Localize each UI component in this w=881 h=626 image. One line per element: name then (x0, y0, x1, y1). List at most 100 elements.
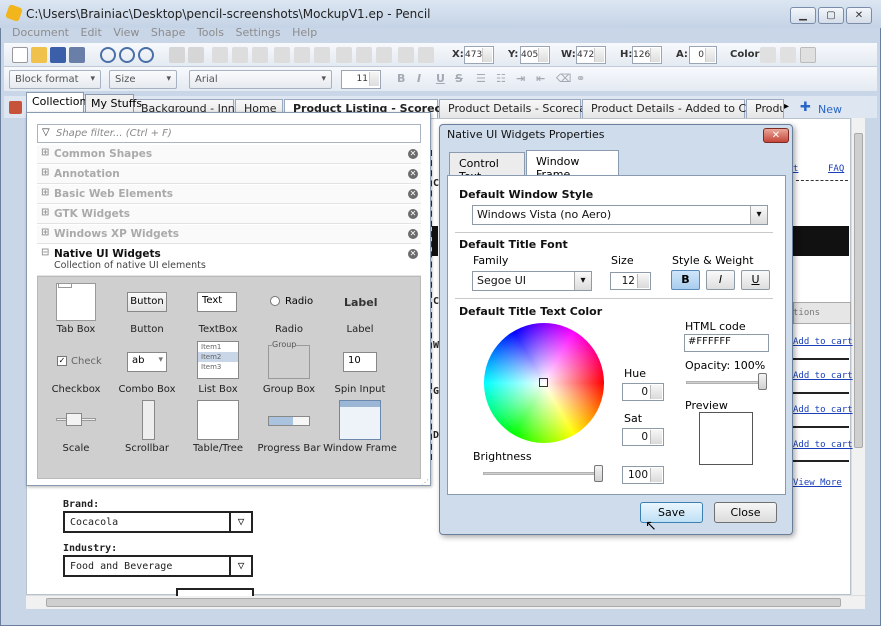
font-size-input[interactable]: 11 (341, 70, 381, 89)
tabletree-preview[interactable] (197, 400, 239, 440)
block-format-combo[interactable]: Block format (9, 70, 101, 89)
windowframe-preview[interactable] (339, 400, 381, 440)
stroke-color-icon[interactable] (800, 47, 816, 63)
numbered-list-icon[interactable]: ☷ (496, 72, 506, 85)
text-color-icon[interactable] (760, 47, 776, 63)
underline-toggle[interactable]: U (741, 270, 770, 290)
remove-collection-icon[interactable]: ✕ (408, 189, 418, 199)
html-code-input[interactable]: #FFFFFF (684, 334, 769, 352)
widget-radio[interactable]: Radio (252, 324, 326, 335)
brightness-slider[interactable] (483, 472, 603, 475)
color-wheel-cursor[interactable] (539, 378, 548, 387)
italic-icon[interactable]: I (417, 72, 421, 85)
button-preview[interactable]: Button (127, 292, 167, 312)
indent-icon[interactable]: ⇥ (516, 72, 525, 85)
tab-product-more[interactable]: Produ (746, 99, 784, 118)
collapse-icon[interactable]: ⊟ (41, 247, 49, 258)
scrollbar-preview[interactable] (142, 400, 155, 440)
menu-tools[interactable]: Tools (197, 26, 224, 39)
w-input[interactable]: 472 (576, 46, 606, 64)
widget-table-tree[interactable]: Table/Tree (181, 443, 255, 454)
widget-spin-input[interactable]: Spin Input (323, 384, 397, 395)
same-height-icon[interactable] (356, 47, 372, 63)
expand-icon[interactable]: ⊞ (41, 207, 49, 218)
align-right-icon[interactable] (252, 47, 268, 63)
widget-button[interactable]: Button (110, 324, 184, 335)
widget-window-frame[interactable]: Window Frame (323, 443, 397, 454)
combobox-preview[interactable]: ab ▾ (127, 352, 167, 372)
dialog-close-button[interactable]: ✕ (763, 128, 789, 143)
remove-collection-icon[interactable]: ✕ (408, 229, 418, 239)
opacity-slider-thumb[interactable] (758, 373, 767, 390)
same-width-icon[interactable] (336, 47, 352, 63)
align-middle-icon[interactable] (294, 47, 310, 63)
align-bottom-icon[interactable] (314, 47, 330, 63)
sketch-link-left[interactable]: t (793, 164, 798, 174)
checkbox-preview-icon[interactable]: ✓ (57, 356, 67, 366)
align-left-icon[interactable] (212, 47, 228, 63)
remove-collection-icon[interactable]: ✕ (408, 149, 418, 159)
widget-scale[interactable]: Scale (39, 443, 113, 454)
industry-dropdown[interactable]: Food and Beverage ▽ (63, 555, 253, 577)
view-more-link[interactable]: View More (793, 478, 842, 488)
sat-spinner[interactable]: 0 (622, 428, 664, 446)
tab-window-frame[interactable]: Window Frame (526, 150, 619, 181)
label-preview[interactable]: Label (344, 296, 378, 309)
new-document-icon[interactable] (12, 47, 28, 63)
menu-settings[interactable]: Settings (235, 26, 280, 39)
expand-icon[interactable]: ⊞ (41, 227, 49, 238)
underline-icon[interactable]: U (436, 72, 445, 85)
fill-color-icon[interactable] (780, 47, 796, 63)
add-to-cart-link-2[interactable]: Add to cart (793, 371, 853, 381)
bold-toggle[interactable]: B (671, 270, 700, 290)
tab-product-details-added[interactable]: Product Details - Added to Cart (582, 99, 762, 118)
collection-winxp[interactable]: ⊞ Windows XP Widgets ✕ (37, 225, 421, 244)
groupbox-preview[interactable]: Group (268, 340, 310, 379)
align-top-icon[interactable] (274, 47, 290, 63)
zoom-fit-icon[interactable] (119, 47, 135, 63)
add-page-icon[interactable]: ✚ (800, 100, 811, 115)
add-to-cart-link-3[interactable]: Add to cart (793, 405, 853, 415)
bold-icon[interactable]: B (397, 72, 405, 85)
brightness-slider-thumb[interactable] (594, 465, 603, 482)
font-size-spinner[interactable]: 12 (610, 272, 651, 290)
menu-edit[interactable]: Edit (81, 26, 102, 39)
save-icon[interactable] (50, 47, 66, 63)
spin-preview[interactable]: 10 (343, 352, 377, 372)
add-to-cart-link-1[interactable]: Add to cart (793, 337, 853, 347)
bring-front-icon[interactable] (398, 47, 414, 63)
expand-icon[interactable]: ⊞ (41, 187, 49, 198)
progressbar-preview[interactable] (268, 416, 310, 426)
widget-textbox[interactable]: TextBox (181, 324, 255, 335)
menu-document[interactable]: Document (12, 26, 69, 39)
collection-annotation[interactable]: ⊞ Annotation ✕ (37, 165, 421, 184)
tab-control-text[interactable]: Control Text (449, 152, 525, 183)
tab-scroll-right-icon[interactable]: ▸ (784, 101, 789, 112)
hue-spinner[interactable]: 0 (622, 383, 664, 401)
menu-help[interactable]: Help (292, 26, 317, 39)
link-icon[interactable]: ⚭ (576, 72, 585, 85)
undo-icon[interactable] (169, 47, 185, 63)
listbox-preview[interactable]: Item1 Item2 Item3 (197, 341, 239, 379)
brightness-spinner[interactable]: 100 (622, 466, 664, 484)
x-input[interactable]: 473 (464, 46, 494, 64)
tab-my-stuffs[interactable]: My Stuffs (85, 94, 142, 112)
align-center-icon[interactable] (232, 47, 248, 63)
widget-tab-box[interactable]: Tab Box (39, 324, 113, 335)
h-input[interactable]: 126 (632, 46, 662, 64)
bullet-list-icon[interactable]: ☰ (476, 72, 486, 85)
zoom-out-icon[interactable] (138, 47, 154, 63)
font-family-combo[interactable]: Arial (189, 70, 332, 89)
remove-collection-icon[interactable]: ✕ (408, 209, 418, 219)
angle-input[interactable]: 0 (689, 46, 717, 64)
tabbox-preview[interactable] (56, 283, 96, 321)
widget-group-box[interactable]: Group Box (252, 384, 326, 395)
window-style-select[interactable]: Windows Vista (no Aero) (472, 205, 768, 225)
tab-product-details-scorecard[interactable]: Product Details - Scorecard (439, 99, 597, 118)
y-input[interactable]: 405 (520, 46, 550, 64)
widget-scrollbar[interactable]: Scrollbar (110, 443, 184, 454)
widget-label[interactable]: Label (323, 324, 397, 335)
add-to-cart-link-4[interactable]: Add to cart (793, 440, 853, 450)
export-icon[interactable] (69, 47, 85, 63)
zoom-in-icon[interactable] (100, 47, 116, 63)
